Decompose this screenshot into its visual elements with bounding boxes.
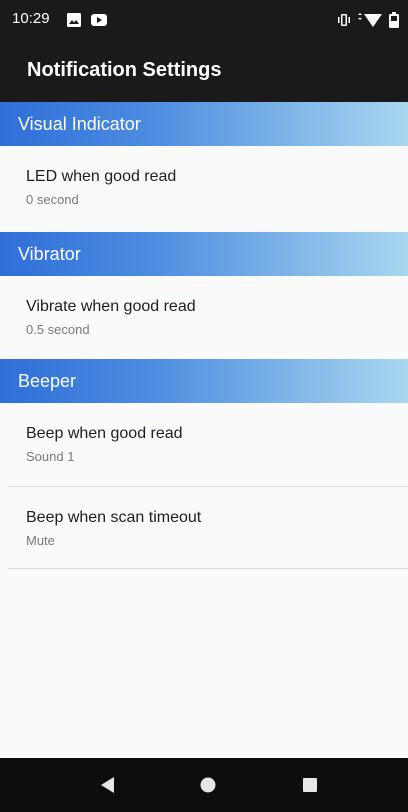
photo-icon xyxy=(66,12,82,33)
setting-vibrate-when-good-read[interactable]: Vibrate when good read 0.5 second xyxy=(0,276,408,360)
battery-icon xyxy=(388,12,400,33)
setting-title: Beep when scan timeout xyxy=(26,509,202,526)
vibrate-icon xyxy=(336,12,352,33)
status-time: 10:29 xyxy=(12,10,50,27)
section-header-beeper: Beeper xyxy=(0,359,408,403)
divider xyxy=(8,568,408,569)
video-icon xyxy=(90,12,108,33)
section-header-label: Vibrator xyxy=(18,244,81,264)
setting-title: LED when good read xyxy=(26,168,177,185)
navigation-bar xyxy=(0,758,408,812)
section-header-label: Visual Indicator xyxy=(18,114,141,134)
section-header-visual-indicator: Visual Indicator xyxy=(0,102,408,146)
page-title: Notification Settings xyxy=(27,59,222,81)
setting-title: Beep when good read xyxy=(26,425,183,442)
wifi-icon xyxy=(356,12,384,33)
settings-list[interactable]: Visual Indicator LED when good read 0 se… xyxy=(0,102,408,758)
setting-title: Vibrate when good read xyxy=(26,298,196,315)
setting-summary: 0.5 second xyxy=(26,322,90,337)
back-icon[interactable] xyxy=(98,775,118,795)
phone-screen: 10:29 Notification Settings Visual Indic… xyxy=(0,0,408,812)
setting-summary: Mute xyxy=(26,533,55,548)
setting-beep-when-scan-timeout[interactable]: Beep when scan timeout Mute xyxy=(0,487,408,571)
section-header-vibrator: Vibrator xyxy=(0,232,408,276)
app-bar: Notification Settings xyxy=(0,40,408,102)
home-icon[interactable] xyxy=(198,775,218,795)
status-bar: 10:29 xyxy=(0,0,408,40)
section-header-label: Beeper xyxy=(18,371,77,391)
setting-led-when-good-read[interactable]: LED when good read 0 second xyxy=(0,146,408,230)
setting-summary: Sound 1 xyxy=(26,449,75,464)
setting-beep-when-good-read[interactable]: Beep when good read Sound 1 xyxy=(0,403,408,487)
setting-summary: 0 second xyxy=(26,192,79,207)
recents-icon[interactable] xyxy=(300,775,320,795)
